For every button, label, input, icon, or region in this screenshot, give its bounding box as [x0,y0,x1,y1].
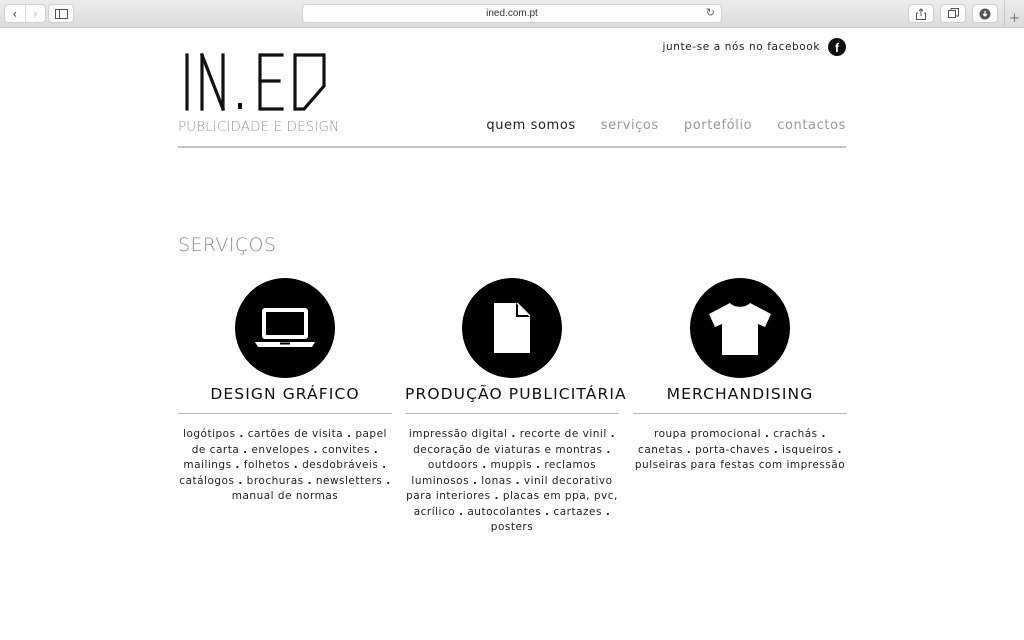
service-list: impressão digital . recorte de vinil . d… [405,427,619,536]
bullet-separator: . [606,443,611,456]
bullet-separator: . [494,490,499,502]
url-text: ined.com.pt [486,8,538,19]
service-title: DESIGN GRÁFICO [210,385,360,403]
bullet-separator: . [307,474,312,487]
service-list-item: mailings [183,459,232,471]
service-list-item: canetas [638,443,683,456]
section-title: SERVIÇOS [178,234,277,256]
bullet-separator: . [511,428,516,440]
tabs-icon [947,8,959,18]
service-list-item: manual de normas [231,490,339,502]
service-producao-publicitaria: PRODUÇÃO PUBLICITÁRIA impressão digital … [405,278,627,536]
service-divider [178,413,392,414]
bullet-separator: . [764,428,770,440]
service-title: PRODUÇÃO PUBLICITÁRIA [405,385,627,403]
tabs-button[interactable] [940,4,966,23]
bullet-separator: . [610,428,616,440]
service-list-item: brochuras [246,474,304,487]
back-button[interactable]: ‹ [5,5,25,22]
tshirt-icon [690,278,790,378]
logo[interactable] [178,52,328,112]
service-list-item: recorte de vinil [519,428,607,440]
bullet-separator: . [821,428,826,440]
bullet-separator: . [459,505,464,518]
service-list-item: logótipos [183,428,236,440]
share-icon [916,7,926,20]
bullet-separator: . [238,474,243,487]
bullet-separator: . [239,428,244,440]
service-divider [405,413,619,414]
service-list-item: cartões de visita [247,428,344,440]
sidebar-icon [54,8,68,19]
sidebar-toggle-button[interactable] [48,4,74,23]
bullet-separator: . [536,459,541,471]
bullet-separator: . [545,505,550,518]
download-icon [979,8,991,19]
header-divider [178,146,846,148]
service-list-item: lonas [481,474,512,487]
facebook-icon: f [828,38,846,56]
bullet-separator: . [235,459,240,471]
bullet-separator: . [373,443,379,456]
bullet-separator: . [386,474,391,487]
main-nav: quem somos serviços portefólio contactos [486,118,846,133]
service-list-item: muppis [490,459,533,471]
service-list-item: envelopes [251,443,310,456]
service-list-item: crachás [773,428,818,440]
bullet-separator: . [686,443,692,456]
nav-item-servicos[interactable]: serviços [601,118,659,133]
service-list-item: desdobráveis [302,459,379,471]
service-list-item: folhetos [243,459,290,471]
logo-mark [185,52,326,112]
nav-item-contactos[interactable]: contactos [777,118,846,133]
laptop-icon [235,278,335,378]
bullet-separator: . [382,459,387,471]
forward-button[interactable]: › [24,5,46,22]
service-list: roupa promocional . crachás . canetas . … [633,427,847,474]
reload-icon[interactable]: ↻ [706,6,715,19]
service-divider [633,413,847,414]
service-list-item: outdoors [427,459,479,471]
facebook-text: junte-se a nós no facebook [662,41,820,53]
bullet-separator: . [346,428,352,440]
service-list-item: isqueiros [782,443,834,456]
service-list-item: catálogos [179,474,235,487]
bullet-separator: . [243,443,248,456]
nav-item-portefolio[interactable]: portefólio [684,118,752,133]
bullet-separator: . [773,443,779,456]
bullet-separator: . [293,459,299,471]
service-list-item: convites [321,443,370,456]
share-button[interactable] [908,4,934,23]
nav-item-quem-somos[interactable]: quem somos [486,118,575,133]
history-nav: ‹ › [4,4,46,23]
bullet-separator: . [515,474,521,487]
service-list-item: roupa promocional [654,428,762,440]
bullet-separator: . [482,459,487,471]
service-list-item: cartazes [553,505,602,518]
service-list-item: newsletters [315,474,383,487]
service-list-item: impressão digital [408,428,508,440]
bullet-separator: . [605,505,611,518]
service-title: MERCHANDISING [666,385,814,403]
new-tab-button[interactable]: + [1004,0,1024,28]
logo-tagline: PUBLICIDADE E DESIGN [178,119,340,135]
service-list-item: decoração de viaturas e montras [413,443,603,456]
service-list-item: porta-chaves [695,443,770,456]
address-bar[interactable]: ined.com.pt ↻ [302,4,722,23]
browser-toolbar: ‹ › ined.com.pt ↻ + [0,0,1024,28]
bullet-separator: . [472,474,478,487]
service-list-item: posters [490,521,534,533]
service-list-item: autocolantes [467,505,542,518]
downloads-button[interactable] [972,4,998,23]
service-merchandising: MERCHANDISING roupa promocional . crachá… [633,278,847,474]
bullet-separator: . [313,443,319,456]
document-icon [462,278,562,378]
facebook-link[interactable]: junte-se a nós no facebook f [662,38,846,56]
service-design-grafico: DESIGN GRÁFICO logótipos . cartões de vi… [178,278,392,505]
bullet-separator: . [837,443,842,456]
service-list: logótipos . cartões de visita . papel de… [178,427,392,505]
service-list-item: pulseiras para festas com impressão [634,459,846,471]
